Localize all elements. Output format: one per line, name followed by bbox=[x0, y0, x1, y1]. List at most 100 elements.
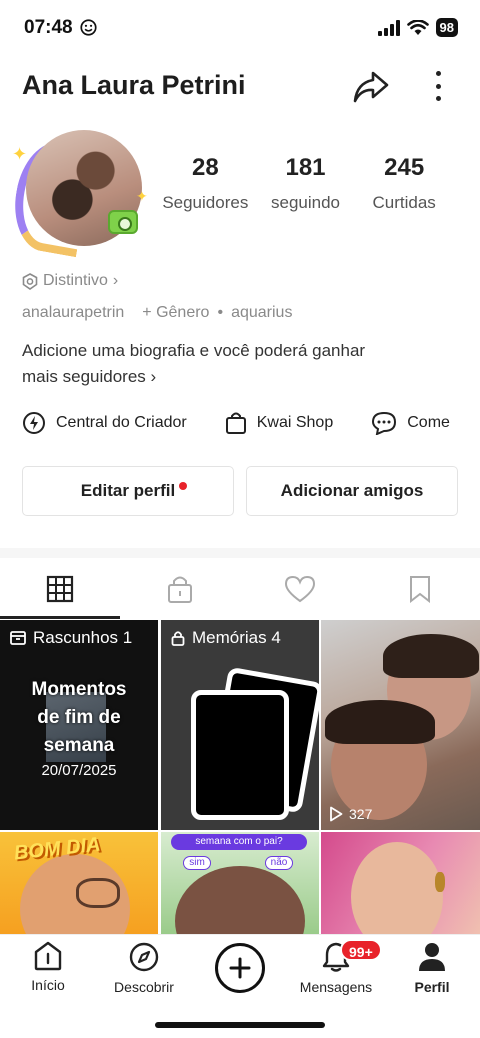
plus-icon bbox=[229, 957, 251, 979]
content-tabs bbox=[0, 558, 480, 620]
create-button[interactable] bbox=[215, 943, 265, 993]
lock-icon bbox=[168, 576, 192, 603]
view-count: 327 bbox=[329, 806, 372, 822]
shortcut-label: Come bbox=[407, 414, 450, 431]
add-friends-button[interactable]: Adicionar amigos bbox=[246, 466, 458, 516]
quiz-option-yes: sim bbox=[183, 856, 211, 870]
messages-count-badge: 99+ bbox=[340, 939, 382, 961]
shortcut-label: Kwai Shop bbox=[256, 414, 334, 431]
stat-value: 28 bbox=[191, 154, 219, 181]
nav-messages[interactable]: 99+ Mensagens bbox=[286, 939, 386, 995]
chevron-right-icon: › bbox=[112, 272, 119, 289]
chevron-right-icon: › bbox=[150, 367, 157, 386]
drafts-box-icon bbox=[10, 631, 26, 645]
bio-prompt[interactable]: Adicione uma biografia e você poderá gan… bbox=[22, 338, 422, 390]
compass-icon bbox=[129, 942, 159, 972]
badge-label: Distintivo bbox=[43, 272, 108, 289]
video-tile[interactable]: semana com o pai? sim não bbox=[161, 832, 319, 934]
quiz-option-no: não bbox=[265, 856, 293, 870]
active-tab-indicator bbox=[0, 616, 120, 619]
signal-icon bbox=[377, 19, 400, 36]
video-tile[interactable] bbox=[321, 832, 480, 934]
tab-private[interactable] bbox=[120, 558, 240, 620]
section-divider bbox=[0, 548, 480, 558]
dot bbox=[435, 71, 441, 76]
comments-link[interactable]: Come bbox=[371, 411, 450, 435]
dot bbox=[435, 96, 441, 101]
smiley-icon bbox=[80, 19, 97, 36]
video-tile[interactable]: BOM DIA bbox=[0, 832, 158, 934]
nav-label: Descobrir bbox=[114, 979, 174, 995]
draft-date: 20/07/2025 bbox=[41, 762, 117, 779]
notification-dot bbox=[179, 482, 187, 490]
grid-icon bbox=[46, 575, 74, 603]
stat-label: Seguidores bbox=[162, 193, 249, 212]
shortcut-row: Central do Criador Kwai Shop Come bbox=[22, 406, 480, 440]
bio-line: mais seguidores bbox=[22, 367, 146, 386]
edit-profile-button[interactable]: Editar perfil bbox=[22, 466, 234, 516]
status-time: 07:48 bbox=[24, 17, 73, 38]
badge-link[interactable]: Distintivo › bbox=[22, 272, 118, 290]
more-options-button[interactable] bbox=[424, 68, 452, 104]
badge-icon bbox=[22, 272, 38, 290]
stat-label: seguindo bbox=[270, 193, 340, 212]
nav-label: Mensagens bbox=[299, 979, 373, 995]
bookmark-icon bbox=[410, 576, 430, 603]
nav-discover[interactable]: Descobrir bbox=[94, 941, 194, 995]
share-arrow-icon bbox=[353, 71, 389, 103]
earring-decoration bbox=[435, 872, 445, 892]
separator-dot: • bbox=[217, 304, 224, 321]
lightning-icon bbox=[23, 412, 45, 434]
memories-tile[interactable]: Memórias 4 bbox=[161, 620, 319, 830]
sparkle-icon: ✦ bbox=[12, 144, 28, 164]
share-button[interactable] bbox=[352, 68, 390, 106]
quiz-question: semana com o pai? bbox=[171, 834, 307, 850]
lock-icon bbox=[171, 631, 185, 646]
dot bbox=[435, 83, 441, 89]
add-gender-button[interactable]: + Gênero bbox=[142, 304, 209, 322]
play-icon bbox=[330, 806, 343, 822]
memory-card-front bbox=[191, 690, 289, 820]
home-indicator bbox=[155, 1022, 325, 1028]
stat-likes[interactable]: 245 Curtidas bbox=[354, 154, 454, 213]
button-label: Editar perfil bbox=[80, 481, 176, 500]
stat-following[interactable]: 181 seguindo bbox=[257, 154, 355, 213]
profile-person-icon bbox=[419, 943, 445, 971]
tab-posts[interactable] bbox=[0, 558, 120, 620]
profile-stats: 28 Seguidores 181 seguindo 245 Curtidas bbox=[154, 154, 454, 213]
home-icon bbox=[34, 941, 62, 971]
zodiac-sign[interactable]: aquarius bbox=[231, 304, 292, 322]
nav-label: Início bbox=[31, 977, 65, 993]
profile-meta: analaurapetrin + Gênero • aquarius bbox=[22, 304, 292, 322]
content-grid: Rascunhos 1 Momentos de fim de semana 20… bbox=[0, 620, 480, 934]
sparkle-icon: ✦ bbox=[136, 188, 148, 204]
wifi-icon bbox=[406, 19, 429, 35]
drafts-tile[interactable]: Rascunhos 1 Momentos de fim de semana 20… bbox=[0, 620, 158, 830]
chat-bubble-icon bbox=[372, 411, 397, 435]
status-bar: 07:48 98 bbox=[0, 0, 480, 56]
stat-value: 245 bbox=[384, 154, 425, 181]
memories-label: Memórias 4 bbox=[192, 628, 281, 647]
nav-label: Perfil bbox=[414, 979, 450, 995]
heart-icon bbox=[284, 575, 316, 603]
nav-profile[interactable]: Perfil bbox=[382, 941, 480, 995]
nav-home[interactable]: Início bbox=[0, 941, 98, 993]
video-tile[interactable]: 327 bbox=[321, 620, 480, 830]
kwai-shop-link[interactable]: Kwai Shop bbox=[225, 411, 334, 435]
avatar[interactable]: ✦ ✦ bbox=[6, 126, 154, 258]
drafts-label: Rascunhos 1 bbox=[33, 628, 133, 647]
button-label: Adicionar amigos bbox=[280, 481, 424, 500]
tab-saved[interactable] bbox=[360, 558, 480, 620]
stat-label: Curtidas bbox=[372, 193, 436, 212]
shopping-bag-icon bbox=[225, 412, 246, 434]
creator-center-link[interactable]: Central do Criador bbox=[22, 411, 187, 435]
camera-sticker-icon bbox=[108, 210, 138, 234]
draft-title: Momentos de fim de semana bbox=[31, 679, 127, 756]
stat-followers[interactable]: 28 Seguidores bbox=[154, 154, 257, 213]
nav-create[interactable] bbox=[190, 941, 290, 993]
shortcut-label: Central do Criador bbox=[56, 414, 187, 431]
bio-line: Adicione uma biografia e você poderá gan… bbox=[22, 341, 366, 360]
stat-value: 181 bbox=[285, 154, 326, 181]
profile-name: Ana Laura Petrini bbox=[22, 70, 246, 100]
tab-liked[interactable] bbox=[240, 558, 360, 620]
